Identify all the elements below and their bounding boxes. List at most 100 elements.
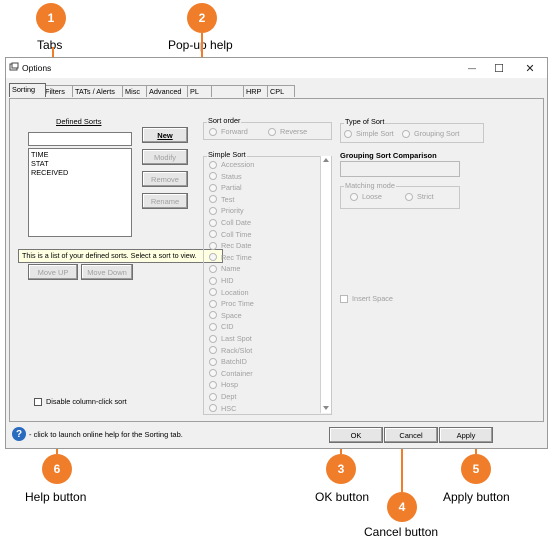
simple-sort-option[interactable]: BatchID xyxy=(209,357,247,366)
radio-dot[interactable] xyxy=(209,404,217,413)
matching-mode-title: Matching mode xyxy=(344,181,396,190)
radio-dot[interactable] xyxy=(209,346,217,355)
radio-dot[interactable] xyxy=(209,264,217,273)
radio-dot[interactable] xyxy=(268,127,276,136)
grouping-comparison-field[interactable] xyxy=(340,161,460,177)
simple-sort-option[interactable]: Proc Time xyxy=(209,299,254,308)
scroll-up-arrow-icon[interactable] xyxy=(323,158,329,162)
radio-dot[interactable] xyxy=(209,369,217,378)
radio-dot[interactable] xyxy=(209,311,217,320)
tab-misc[interactable]: Misc xyxy=(122,85,148,97)
minimize-button[interactable]: — xyxy=(460,60,484,76)
simple-sort-option[interactable]: Status xyxy=(209,172,242,181)
simple-sort-option[interactable]: Location xyxy=(209,288,249,297)
modify-button[interactable]: Modify xyxy=(142,149,188,165)
simple-sort-option[interactable]: Dept xyxy=(209,392,236,401)
simple-sort-option[interactable]: Name xyxy=(209,264,240,273)
sort-name-input[interactable] xyxy=(28,132,132,146)
radio-dot[interactable] xyxy=(209,334,217,343)
radio-label: Last Spot xyxy=(221,334,252,343)
simple-sort-option[interactable]: Container xyxy=(209,369,253,378)
radio-dot[interactable] xyxy=(209,276,217,285)
ok-button[interactable]: OK xyxy=(329,427,383,443)
simple-sort-option[interactable]: Priority xyxy=(209,206,244,215)
remove-button[interactable]: Remove xyxy=(142,171,188,187)
radio-dot[interactable] xyxy=(209,206,217,215)
simple-sort-option[interactable]: Coll Date xyxy=(209,218,251,227)
list-item[interactable]: RECEIVED xyxy=(29,168,131,177)
apply-button[interactable]: Apply xyxy=(439,427,493,443)
radio-forward[interactable]: Forward xyxy=(209,127,248,136)
simple-sort-option[interactable]: Rack/Slot xyxy=(209,346,252,355)
disable-column-click-checkbox[interactable]: Disable column-click sort xyxy=(34,397,127,406)
tab-tats-alerts[interactable]: TATs / Alerts xyxy=(72,85,124,97)
callout-label-tabs: Tabs xyxy=(37,38,63,52)
rename-button[interactable]: Rename xyxy=(142,193,188,209)
help-button[interactable]: ? xyxy=(12,427,26,441)
radio-dot[interactable] xyxy=(405,192,413,201)
tab-cpl[interactable]: CPL xyxy=(267,85,295,97)
radio-dot[interactable] xyxy=(402,129,410,138)
close-button[interactable]: ✕ xyxy=(518,60,542,76)
radio-label: Forward xyxy=(221,127,248,136)
simple-sort-option[interactable]: Last Spot xyxy=(209,334,252,343)
radio-loose[interactable]: Loose xyxy=(350,192,382,201)
list-item[interactable]: TIME xyxy=(29,150,131,159)
tab-sorting[interactable]: Sorting xyxy=(9,83,46,97)
insert-space-checkbox[interactable]: Insert Space xyxy=(340,294,393,303)
radio-simple-sort[interactable]: Simple Sort xyxy=(344,129,394,138)
move-up-button[interactable]: Move UP xyxy=(28,264,78,280)
radio-dot[interactable] xyxy=(350,192,358,201)
simple-sort-option[interactable]: Rec Time xyxy=(209,253,252,262)
radio-dot[interactable] xyxy=(209,392,217,401)
radio-label: BatchID xyxy=(221,357,247,367)
new-button[interactable]: New xyxy=(142,127,188,143)
radio-dot[interactable] xyxy=(209,357,217,366)
radio-dot[interactable] xyxy=(209,195,217,204)
simple-sort-option[interactable]: Hosp xyxy=(209,380,238,389)
radio-dot[interactable] xyxy=(344,129,352,138)
cancel-button[interactable]: Cancel xyxy=(384,427,438,443)
radio-dot[interactable] xyxy=(209,380,217,389)
radio-dot[interactable] xyxy=(209,299,217,308)
radio-dot[interactable] xyxy=(209,160,217,169)
radio-dot[interactable] xyxy=(209,218,217,227)
radio-reverse[interactable]: Reverse xyxy=(268,127,307,136)
simple-sort-option[interactable]: Test xyxy=(209,195,234,204)
radio-dot[interactable] xyxy=(209,230,217,239)
tab-blank[interactable] xyxy=(211,85,245,97)
tab-advanced[interactable]: Advanced xyxy=(146,85,189,97)
radio-label: Coll Time xyxy=(221,229,252,239)
simple-sort-option[interactable]: Space xyxy=(209,311,242,320)
simple-sort-scrollbar[interactable] xyxy=(320,156,331,413)
radio-dot[interactable] xyxy=(209,127,217,136)
radio-label: HSC xyxy=(221,403,237,413)
tab-filters[interactable]: Filters xyxy=(42,85,73,97)
simple-sort-option[interactable]: Rec Date xyxy=(209,241,251,250)
defined-sorts-list[interactable]: TIME STAT RECEIVED xyxy=(28,148,132,237)
simple-sort-option[interactable]: Coll Time xyxy=(209,230,251,239)
radio-dot[interactable] xyxy=(209,253,217,262)
radio-dot[interactable] xyxy=(209,183,217,192)
radio-dot[interactable] xyxy=(209,288,217,297)
radio-dot[interactable] xyxy=(209,322,217,331)
simple-sort-option[interactable]: Accession xyxy=(209,160,254,169)
tab-hrp[interactable]: HRP xyxy=(243,85,269,97)
radio-label: Hosp xyxy=(221,380,239,390)
scroll-down-arrow-icon[interactable] xyxy=(323,406,329,410)
radio-dot[interactable] xyxy=(209,241,217,250)
tab-pl[interactable]: PL xyxy=(187,85,213,97)
list-item[interactable]: STAT xyxy=(29,159,131,168)
checkbox-box[interactable] xyxy=(34,397,42,406)
simple-sort-option[interactable]: Partial xyxy=(209,183,242,192)
move-down-button[interactable]: Move Down xyxy=(81,264,133,280)
radio-dot[interactable] xyxy=(209,172,217,181)
simple-sort-option[interactable]: HID xyxy=(209,276,234,285)
simple-sort-option[interactable]: HSC xyxy=(209,404,236,413)
radio-grouping-sort[interactable]: Grouping Sort xyxy=(402,129,459,138)
radio-strict[interactable]: Strict xyxy=(405,192,434,201)
checkbox-box[interactable] xyxy=(340,294,348,303)
simple-sort-option[interactable]: CID xyxy=(209,322,234,331)
maximize-button[interactable]: ☐ xyxy=(487,60,511,76)
radio-label: Strict xyxy=(417,192,434,201)
